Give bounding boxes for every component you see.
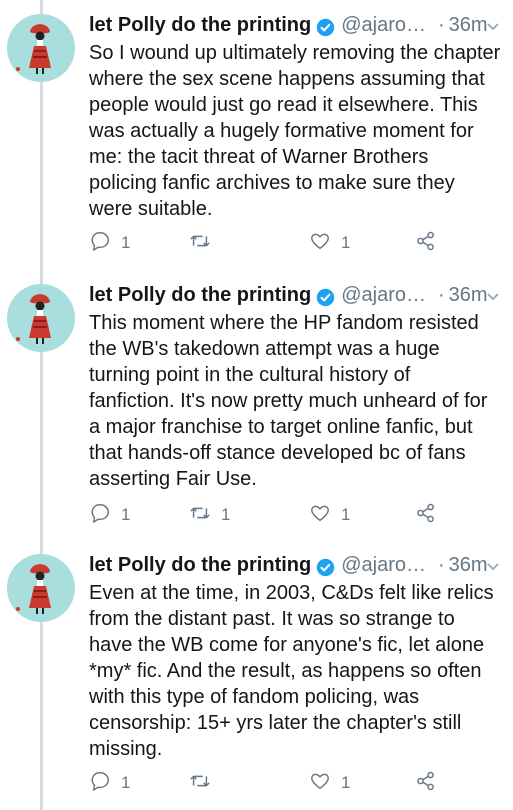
share-button[interactable] xyxy=(415,228,437,258)
handle[interactable]: @ajaro… xyxy=(341,280,426,310)
verified-badge-icon xyxy=(316,286,335,306)
reply-count: 1 xyxy=(121,773,131,792)
like-icon xyxy=(309,770,331,797)
tweet-header: let Polly do the printing @ajaro… · 36m xyxy=(89,550,505,580)
reply-button[interactable]: 1 xyxy=(89,768,130,798)
like-button[interactable]: 1 xyxy=(309,768,350,798)
tweet-actions: 1 1 xyxy=(89,228,449,258)
like-icon xyxy=(309,502,331,529)
verified-badge-icon xyxy=(316,16,335,36)
share-button[interactable] xyxy=(415,768,437,798)
retweet-icon xyxy=(189,502,211,529)
tweet[interactable]: let Polly do the printing @ajaro… · 36m … xyxy=(0,0,513,270)
share-icon xyxy=(415,502,437,529)
timestamp[interactable]: 36m xyxy=(449,550,488,580)
handle[interactable]: @ajaro… xyxy=(341,10,426,40)
tweet[interactable]: let Polly do the printing @ajaro… · 36m … xyxy=(0,540,513,810)
retweet-button[interactable] xyxy=(189,228,221,258)
like-button[interactable]: 1 xyxy=(309,228,350,258)
avatar[interactable] xyxy=(7,14,75,82)
separator-dot: · xyxy=(438,554,445,576)
reply-button[interactable]: 1 xyxy=(89,500,130,530)
tweet-header: let Polly do the printing @ajaro… · 36m xyxy=(89,280,505,310)
tweet-text: This moment where the HP fandom resisted… xyxy=(89,312,494,490)
timestamp[interactable]: 36m xyxy=(449,10,488,40)
handle[interactable]: @ajaro… xyxy=(341,550,426,580)
share-button[interactable] xyxy=(415,500,437,530)
share-icon xyxy=(415,230,437,257)
tweet-header: let Polly do the printing @ajaro… · 36m xyxy=(89,10,505,40)
share-icon xyxy=(415,770,437,797)
like-icon xyxy=(309,230,331,257)
display-name[interactable]: let Polly do the printing xyxy=(89,10,311,40)
reply-button[interactable]: 1 xyxy=(89,228,130,258)
timestamp[interactable]: 36m xyxy=(449,280,488,310)
display-name[interactable]: let Polly do the printing xyxy=(89,280,311,310)
reply-icon xyxy=(89,770,111,797)
reply-count: 1 xyxy=(121,233,131,252)
chevron-down-icon[interactable] xyxy=(483,15,503,35)
reply-icon xyxy=(89,502,111,529)
avatar[interactable] xyxy=(7,554,75,622)
tweet-actions: 1 1 1 xyxy=(89,500,449,530)
retweet-button[interactable]: 1 xyxy=(189,500,230,530)
separator-dot: · xyxy=(438,14,445,36)
retweet-icon xyxy=(189,230,211,257)
like-button[interactable]: 1 xyxy=(309,500,350,530)
tweet-text: Even at the time, in 2003, C&Ds felt lik… xyxy=(89,582,500,760)
avatar[interactable] xyxy=(7,284,75,352)
display-name[interactable]: let Polly do the printing xyxy=(89,550,311,580)
like-count: 1 xyxy=(341,505,351,524)
like-count: 1 xyxy=(341,773,351,792)
chevron-down-icon[interactable] xyxy=(483,285,503,305)
chevron-down-icon[interactable] xyxy=(483,555,503,575)
tweet[interactable]: let Polly do the printing @ajaro… · 36m … xyxy=(0,270,513,540)
retweet-icon xyxy=(189,770,211,797)
tweet-actions: 1 1 xyxy=(89,768,449,798)
separator-dot: · xyxy=(438,284,445,306)
reply-count: 1 xyxy=(121,505,131,524)
retweet-count: 1 xyxy=(221,505,231,524)
retweet-button[interactable] xyxy=(189,768,221,798)
tweet-text: So I wound up ultimately removing the ch… xyxy=(89,42,506,220)
verified-badge-icon xyxy=(316,556,335,576)
like-count: 1 xyxy=(341,233,351,252)
reply-icon xyxy=(89,230,111,257)
